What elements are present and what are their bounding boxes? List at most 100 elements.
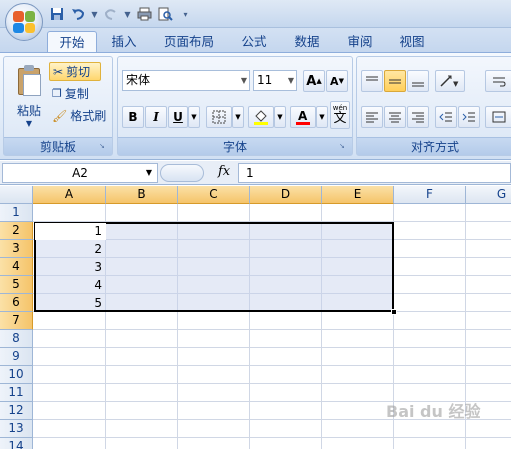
align-top-icon[interactable]	[361, 70, 383, 92]
grid-line	[33, 365, 511, 366]
fill-handle[interactable]	[391, 309, 397, 315]
undo-dropdown-icon[interactable]: ▼	[90, 5, 99, 23]
paste-button[interactable]: 粘贴 ▼	[10, 62, 48, 136]
clipboard-dialog-launcher-icon[interactable]: ↘	[99, 142, 108, 151]
print-icon[interactable]	[135, 5, 153, 23]
tab-formulas[interactable]: 公式	[233, 31, 275, 53]
wrap-text-icon[interactable]	[485, 70, 511, 92]
undo-icon[interactable]	[69, 5, 87, 23]
row-header-7[interactable]: 7	[0, 312, 33, 330]
font-size-combo[interactable]: 11 ▼	[253, 70, 297, 91]
row-header-1[interactable]: 1	[0, 204, 33, 222]
quick-access-toolbar: ▼ ▼ ▾	[48, 4, 190, 24]
decrease-font-icon[interactable]: A ▼	[326, 70, 348, 92]
column-header-b[interactable]: B	[106, 186, 178, 204]
redo-icon[interactable]	[102, 5, 120, 23]
row-header-13[interactable]: 13	[0, 420, 33, 438]
font-group-label: 字体	[118, 137, 352, 155]
border-dropdown-icon[interactable]: ▼	[232, 106, 244, 128]
fill-color-dropdown-icon[interactable]: ▼	[274, 106, 286, 128]
bold-button[interactable]: B	[122, 106, 144, 128]
font-name-combo[interactable]: 宋体 ▼	[122, 70, 250, 91]
align-left-icon[interactable]	[361, 106, 383, 128]
chevron-down-icon: ▼	[145, 168, 152, 177]
formula-buttons-pill[interactable]	[160, 164, 204, 182]
font-color-dropdown-icon[interactable]: ▼	[316, 106, 328, 128]
redo-dropdown-icon[interactable]: ▼	[123, 5, 132, 23]
align-center-icon[interactable]	[384, 106, 406, 128]
select-all-corner[interactable]	[0, 186, 33, 204]
save-icon[interactable]	[48, 5, 66, 23]
align-right-icon[interactable]	[407, 106, 429, 128]
office-button[interactable]	[5, 3, 43, 41]
column-header-a[interactable]: A	[33, 186, 106, 204]
tab-insert[interactable]: 插入	[103, 31, 145, 53]
font-group: 宋体 ▼ 11 ▼ A ▲ A ▼ B I U ▼ ▼ ▼ A ▼ wén 文 字体…	[117, 56, 353, 156]
align-bottom-icon[interactable]	[407, 70, 429, 92]
column-header-f[interactable]: F	[394, 186, 466, 204]
tab-review[interactable]: 审阅	[339, 31, 381, 53]
underline-button[interactable]: U	[168, 106, 188, 128]
watermark: Bai du 经验	[386, 402, 481, 421]
copy-icon: ❐	[52, 87, 62, 100]
tab-view[interactable]: 视图	[391, 31, 433, 53]
customize-toolbar-icon[interactable]: ▾	[181, 5, 190, 23]
increase-indent-icon[interactable]	[458, 106, 480, 128]
phonetic-char: 文	[333, 111, 347, 126]
scissors-icon: ✂	[53, 64, 64, 79]
cut-button[interactable]: ✂ 剪切	[49, 62, 101, 81]
underline-dropdown-icon[interactable]: ▼	[188, 106, 200, 128]
name-box[interactable]: A2 ▼	[2, 163, 158, 183]
row-header-10[interactable]: 10	[0, 366, 33, 384]
decrease-indent-icon[interactable]	[435, 106, 457, 128]
row-header-2[interactable]: 2	[0, 222, 33, 240]
row-header-3[interactable]: 3	[0, 240, 33, 258]
merge-center-icon[interactable]	[485, 106, 511, 128]
row-header-8[interactable]: 8	[0, 330, 33, 348]
border-icon	[212, 110, 226, 124]
fill-color-button[interactable]	[248, 106, 274, 128]
column-header-g[interactable]: G	[466, 186, 511, 204]
formula-input[interactable]: 1	[238, 163, 511, 183]
cell-a5[interactable]: 4	[36, 276, 102, 294]
row-header-5[interactable]: 5	[0, 276, 33, 294]
column-header-e[interactable]: E	[322, 186, 394, 204]
row-header-11[interactable]: 11	[0, 384, 33, 402]
cut-label: 剪切	[66, 65, 91, 79]
column-header-d[interactable]: D	[250, 186, 322, 204]
tab-data[interactable]: 数据	[286, 31, 328, 53]
tab-home[interactable]: 开始	[47, 31, 97, 54]
align-middle-icon[interactable]	[384, 70, 406, 92]
row-header-14[interactable]: 14	[0, 438, 33, 449]
row-header-6[interactable]: 6	[0, 294, 33, 312]
worksheet-grid[interactable]: A B C D E F G 1 2 3 4 5 6 7 8 9 10 11 12…	[0, 186, 511, 449]
formula-controls: fx	[160, 163, 236, 183]
cell-a4[interactable]: 3	[36, 258, 102, 276]
column-header-c[interactable]: C	[178, 186, 250, 204]
border-button[interactable]	[206, 106, 232, 128]
cell-a2[interactable]: 1	[36, 222, 102, 240]
italic-button[interactable]: I	[145, 106, 167, 128]
font-color-button[interactable]: A	[290, 106, 316, 128]
cell-a6[interactable]: 5	[36, 294, 102, 312]
row-header-4[interactable]: 4	[0, 258, 33, 276]
paste-label: 粘贴	[16, 104, 41, 118]
increase-font-icon[interactable]: A ▲	[303, 70, 325, 92]
font-dialog-launcher-icon[interactable]: ↘	[339, 142, 348, 151]
cell-a3[interactable]: 2	[36, 240, 102, 258]
tab-page-layout[interactable]: 页面布局	[158, 31, 220, 53]
print-preview-icon[interactable]	[156, 5, 174, 23]
copy-button[interactable]: ❐ 复制	[49, 84, 92, 103]
paste-dropdown-icon[interactable]: ▼	[10, 119, 48, 128]
ribbon-tabs: 开始 插入 页面布局 公式 数据 审阅 视图	[0, 28, 511, 54]
clipboard-group: 粘贴 ▼ ✂ 剪切 ❐ 复制 🖌 格式刷 剪贴板 ↘	[3, 56, 113, 156]
format-painter-label: 格式刷	[70, 109, 107, 123]
row-header-9[interactable]: 9	[0, 348, 33, 366]
phonetic-guide-button[interactable]: wén 文	[330, 101, 350, 129]
chevron-down-icon: ▼	[240, 76, 247, 85]
format-painter-button[interactable]: 🖌 格式刷	[49, 106, 109, 125]
orientation-icon[interactable]: ▼	[435, 70, 465, 92]
row-header-12[interactable]: 12	[0, 402, 33, 420]
insert-function-icon[interactable]: fx	[218, 164, 230, 179]
ribbon: 粘贴 ▼ ✂ 剪切 ❐ 复制 🖌 格式刷 剪贴板 ↘ 宋体 ▼ 11 ▼ A ▲ …	[0, 52, 511, 160]
